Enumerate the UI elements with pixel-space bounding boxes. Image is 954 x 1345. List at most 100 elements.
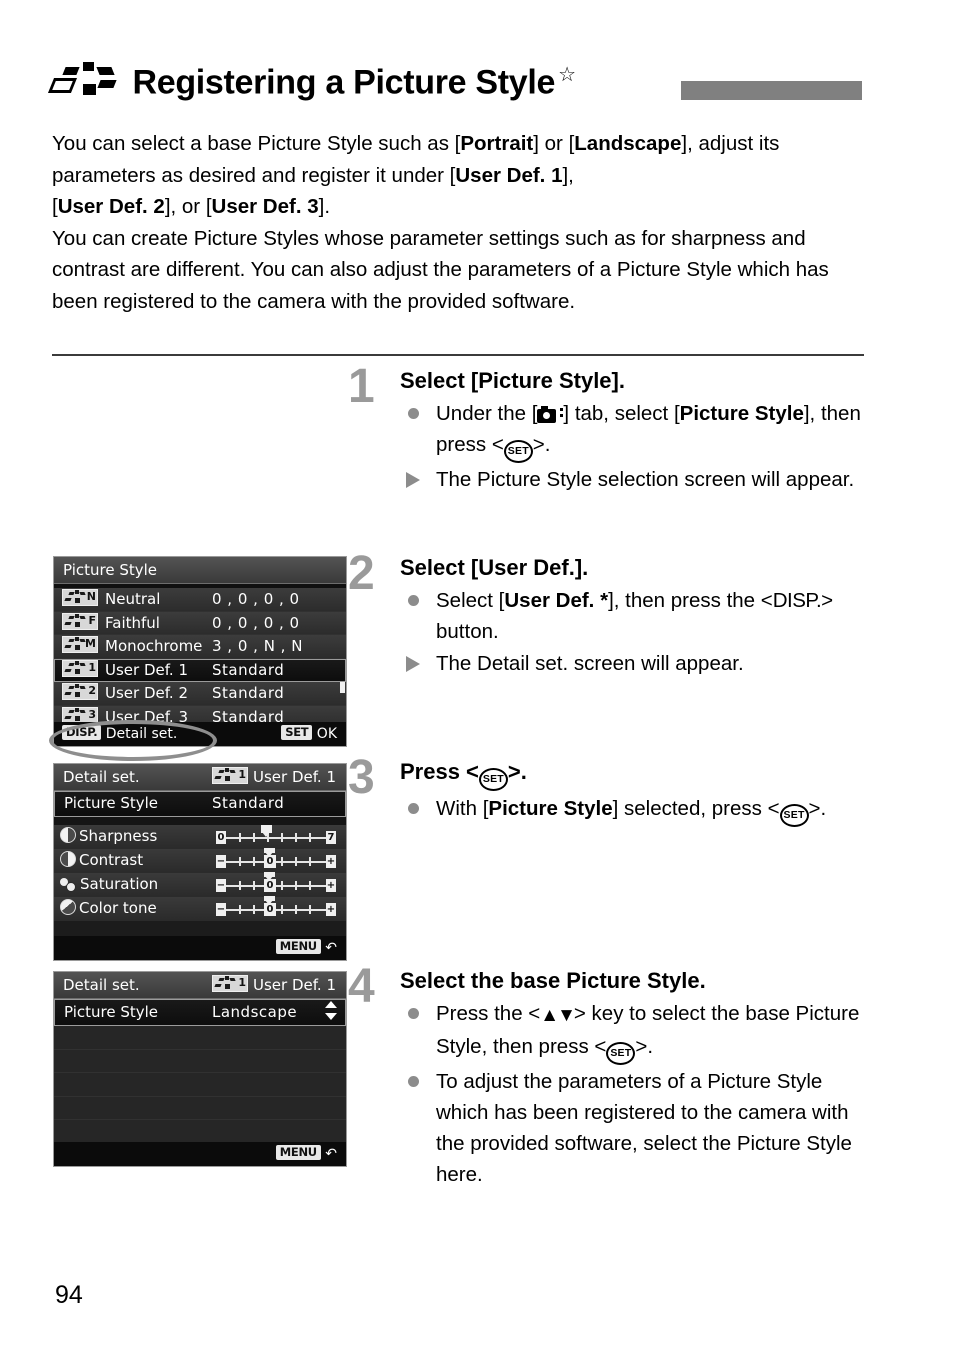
row-label: Neutral <box>105 590 161 608</box>
step3-item1-post: >. <box>808 797 827 820</box>
back-arrow-icon: ↶ <box>325 1146 337 1162</box>
detail-set-screen: Detail set. 1 User Def. 1 Picture Style … <box>53 763 347 961</box>
step-1: 1 Select [Picture Style]. Under the [] t… <box>348 363 868 549</box>
page-title: Registering a Picture Style ☆ <box>132 62 576 102</box>
table-row[interactable]: 2 User Def. 2 Standard <box>54 682 346 706</box>
step1-item1-mid: ] tab, select [ <box>563 402 680 425</box>
row-label: User Def. 1 <box>105 660 189 679</box>
picture-style-badge-user-def-2: 2 <box>62 683 98 700</box>
row-value: Standard <box>212 794 285 812</box>
row-label: Picture Style <box>64 794 159 812</box>
ok-label: OK <box>316 726 337 742</box>
manual-page: Registering a Picture Style ☆ You can sel… <box>0 0 954 1345</box>
step-2-title: Select [User Def.]. <box>400 555 589 580</box>
disp-button-label: DISP. <box>772 589 822 612</box>
step3-item1-bold: Picture Style <box>488 797 613 820</box>
badge-letter: 1 <box>238 976 246 989</box>
result-triangle-icon <box>406 656 420 672</box>
bullet-icon <box>408 803 419 814</box>
row-label: Faithful <box>105 613 160 632</box>
intro-line1c: ], <box>681 132 693 155</box>
sharpness-row[interactable]: Sharpness 0 7 <box>54 825 346 849</box>
ok-hint[interactable]: SET OK <box>281 722 337 746</box>
step3-item1-mid: ] selected, press < <box>612 797 780 820</box>
menu-back-hint[interactable]: MENU ↶ <box>275 936 337 960</box>
saturation-slider[interactable]: − + 0 <box>214 872 336 893</box>
picture-style-badge-monochrome: M <box>62 636 98 653</box>
menu-back-hint[interactable]: MENU ↶ <box>275 1142 337 1166</box>
picture-style-row-selected[interactable]: Picture Style Standard <box>54 791 346 817</box>
sharpness-icon <box>60 827 76 843</box>
base-picture-style-screen: Detail set. 1 User Def. 1 Picture Style … <box>53 971 347 1167</box>
step1-item2-text: The Picture Style selection screen will … <box>436 468 855 491</box>
step1-item1-post: >. <box>532 433 551 456</box>
color-tone-slider[interactable]: − + 0 <box>214 896 336 917</box>
screen-title-text: Detail set. <box>63 976 140 994</box>
row-value: 0 , 0 , 0 , 0 <box>212 613 300 632</box>
result-triangle-icon <box>406 472 420 488</box>
row-label: Picture Style <box>64 1003 159 1021</box>
slider-min-cap: − <box>216 855 226 868</box>
menu-button-tag: MENU <box>275 1145 321 1160</box>
badge-letter: M <box>85 637 96 650</box>
table-row[interactable]: F Faithful 0 , 0 , 0 , 0 <box>54 611 346 635</box>
slider-pointer <box>264 848 275 861</box>
picture-style-row-selected[interactable]: Picture Style Landscape <box>54 999 346 1026</box>
picture-style-badge-user-def-1: 1 <box>211 767 248 784</box>
screen-bottom-bar: MENU ↶ <box>54 936 346 960</box>
slider-min-cap: 0 <box>216 831 226 844</box>
picture-style-badge-faithful: F <box>62 612 98 630</box>
sharpness-slider[interactable]: 0 7 <box>214 825 336 845</box>
set-button-icon: SET <box>478 768 508 791</box>
slider-pointer <box>261 825 272 838</box>
contrast-slider[interactable]: − + 0 <box>214 848 336 869</box>
empty-row <box>54 1026 346 1050</box>
screen-title: Detail set. 1 User Def. 1 <box>54 764 346 791</box>
badge-letter: 1 <box>238 768 246 781</box>
screen-title: Picture Style <box>54 557 346 584</box>
screen-title-right-label: User Def. 1 <box>252 768 336 786</box>
row-label: Sharpness <box>79 827 158 845</box>
step-4-number: 4 <box>348 960 375 1013</box>
slider-max-cap: + <box>326 903 336 916</box>
picture-style-badge-user-def-1: 1 <box>62 659 98 677</box>
page-title-text: Registering a Picture Style <box>132 63 556 102</box>
step-4-title: Select the base Picture Style. <box>400 968 706 993</box>
table-row[interactable]: N Neutral 0 , 0 , 0 , 0 <box>54 588 346 612</box>
step2-item1-bold: User Def. * <box>504 589 609 612</box>
set-button-tag: SET <box>281 725 313 740</box>
screen-title-right-label: User Def. 1 <box>252 976 336 994</box>
list-item: The Picture Style selection screen will … <box>400 464 868 495</box>
badge-letter: 2 <box>88 684 96 697</box>
step4-item2-text: To adjust the parameters of a Picture St… <box>436 1070 852 1186</box>
color-tone-row[interactable]: Color tone − + 0 <box>54 896 346 921</box>
saturation-icon <box>60 877 77 892</box>
screen-bottom-bar: MENU ↶ <box>54 1142 346 1166</box>
list-item: To adjust the parameters of a Picture St… <box>400 1066 868 1190</box>
up-down-arrows-icon[interactable] <box>325 1001 337 1020</box>
steps-column: 1 Select [Picture Style]. Under the [] t… <box>348 363 868 1194</box>
table-row[interactable]: M Monochrome 3 , 0 , N , N <box>54 635 346 659</box>
row-value: Landscape <box>212 1003 298 1021</box>
empty-row <box>54 1096 346 1120</box>
contrast-row[interactable]: Contrast − + 0 <box>54 848 346 873</box>
slider-max-cap: + <box>326 879 336 892</box>
row-value: Standard <box>212 684 285 702</box>
picture-style-icon <box>52 62 124 102</box>
saturation-row[interactable]: Saturation − + 0 <box>54 872 346 897</box>
step1-item1-bold: Picture Style <box>679 402 804 425</box>
intro-portrait: Portrait <box>460 132 534 155</box>
step-3-body: With [Picture Style] selected, press < SE… <box>400 793 868 827</box>
slider-max-cap: + <box>326 855 336 868</box>
empty-row <box>54 1120 346 1144</box>
intro-line1a: You can select a base Picture Style such… <box>52 132 461 155</box>
up-down-key-icon: ▲▼ <box>540 1005 576 1026</box>
slider-pointer <box>264 896 275 909</box>
step1-item1-pre: Under the [ <box>436 402 538 425</box>
picture-style-badge-user-def-3: 3 <box>62 706 98 724</box>
table-row-selected[interactable]: 1 User Def. 1 Standard <box>54 658 346 682</box>
picture-style-list-screen: Picture Style N Neutral 0 , 0 , 0 , 0 F <box>53 556 347 747</box>
screen-title-right: 1 User Def. 1 <box>211 972 336 998</box>
menu-button-tag: MENU <box>275 939 321 954</box>
slider-min-cap: − <box>216 903 226 916</box>
